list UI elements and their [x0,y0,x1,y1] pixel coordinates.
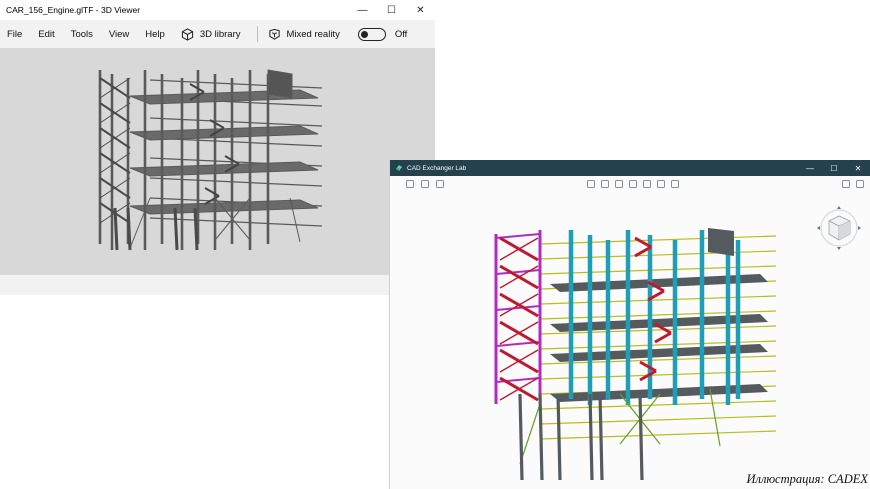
projection-icon[interactable] [601,180,609,188]
cad-title: CAD Exchanger Lab [407,164,467,172]
viewer-viewport[interactable] [0,48,435,275]
beam [149,79,323,89]
3d-library-label: 3D library [199,28,241,40]
settings-icon[interactable] [856,180,864,188]
structure-tree-icon[interactable] [421,180,429,188]
viewer-title: CAR_156_Engine.glTF - 3D Viewer [6,5,141,15]
mixed-reality-icon [268,28,280,40]
deck [550,314,768,332]
leg [538,393,544,481]
menu-help[interactable]: Help [145,29,165,40]
3d-library-button[interactable]: 3D library [181,27,241,41]
cad-viewport[interactable] [390,194,870,489]
beam [149,177,323,187]
viewer-window-controls: — ☐ ✕ [348,0,435,20]
cad-titlebar: CAD Exchanger Lab — ☐ ✕ [390,160,870,176]
explode-icon[interactable] [629,180,637,188]
toggle-state-label: Off [394,28,408,40]
view-mode-icon[interactable] [587,180,595,188]
cad-window-controls: — ☐ ✕ [798,160,870,176]
beam [539,400,777,410]
shading-icon[interactable] [615,180,623,188]
leg [518,393,524,481]
cad-close-button[interactable]: ✕ [846,160,870,176]
mixed-reality-toggle[interactable] [357,27,386,41]
menu-file[interactable]: File [7,29,22,40]
leg [598,393,604,481]
navigation-cube[interactable] [817,206,861,250]
mixed-reality-button[interactable]: Mixed reality [268,28,340,41]
beam [539,295,777,305]
leg [113,207,119,251]
viewer-minimize-button[interactable]: — [348,0,377,20]
viewer-titlebar: CAR_156_Engine.glTF - 3D Viewer — ☐ ✕ [0,0,435,20]
deck [550,344,768,362]
deck [129,161,319,177]
beam [539,265,777,275]
viewer-close-button[interactable]: ✕ [406,0,435,20]
beam [539,370,777,380]
cad-minimize-button[interactable]: — [798,160,822,176]
beam [539,430,777,440]
cad-toolbar-center [587,180,679,188]
frame [495,233,541,239]
ladder [204,187,220,197]
deck [129,199,319,215]
cad-toolbar [390,176,870,194]
leg [556,393,562,481]
menu-icon[interactable] [406,180,414,188]
cad-maximize-button[interactable]: ☐ [822,160,846,176]
cad-exchanger-logo-icon [396,165,402,171]
beam [539,235,777,245]
measure-icon[interactable] [657,180,665,188]
frame [495,269,541,275]
cad-toolbar-right [842,180,864,188]
cube-icon [181,27,193,41]
beam [149,117,323,127]
leg [588,393,594,481]
leg [193,207,199,251]
leg [638,393,644,481]
viewer-3d-model[interactable] [0,48,435,275]
menu-tools[interactable]: Tools [71,29,93,40]
beam [539,415,777,425]
illustration-credit: Иллюстрация: CADEX [746,472,868,486]
viewer-statusbar [0,275,435,295]
deck [550,384,768,402]
menu-view[interactable]: View [109,29,129,40]
leg [126,207,132,251]
cad-3d-model[interactable] [390,194,870,489]
viewer-menubar: File Edit Tools View Help 3D library Mix… [0,20,435,48]
3d-viewer-window: CAR_156_Engine.glTF - 3D Viewer — ☐ ✕ Fi… [0,0,435,295]
menubar-divider [256,26,258,42]
roof-unit [708,228,734,256]
viewer-maximize-button[interactable]: ☐ [377,0,406,20]
leg [173,207,179,251]
fit-all-icon[interactable] [671,180,679,188]
roof-unit [267,69,293,99]
mixed-reality-label: Mixed reality [286,28,340,40]
frame [495,305,541,311]
export-icon[interactable] [842,180,850,188]
properties-icon[interactable] [436,180,444,188]
menu-edit[interactable]: Edit [38,29,54,40]
section-icon[interactable] [643,180,651,188]
cad-exchanger-window: CAD Exchanger Lab — ☐ ✕ [389,160,870,489]
ladder [654,331,672,344]
cad-toolbar-left [406,180,444,188]
beam [539,250,777,260]
